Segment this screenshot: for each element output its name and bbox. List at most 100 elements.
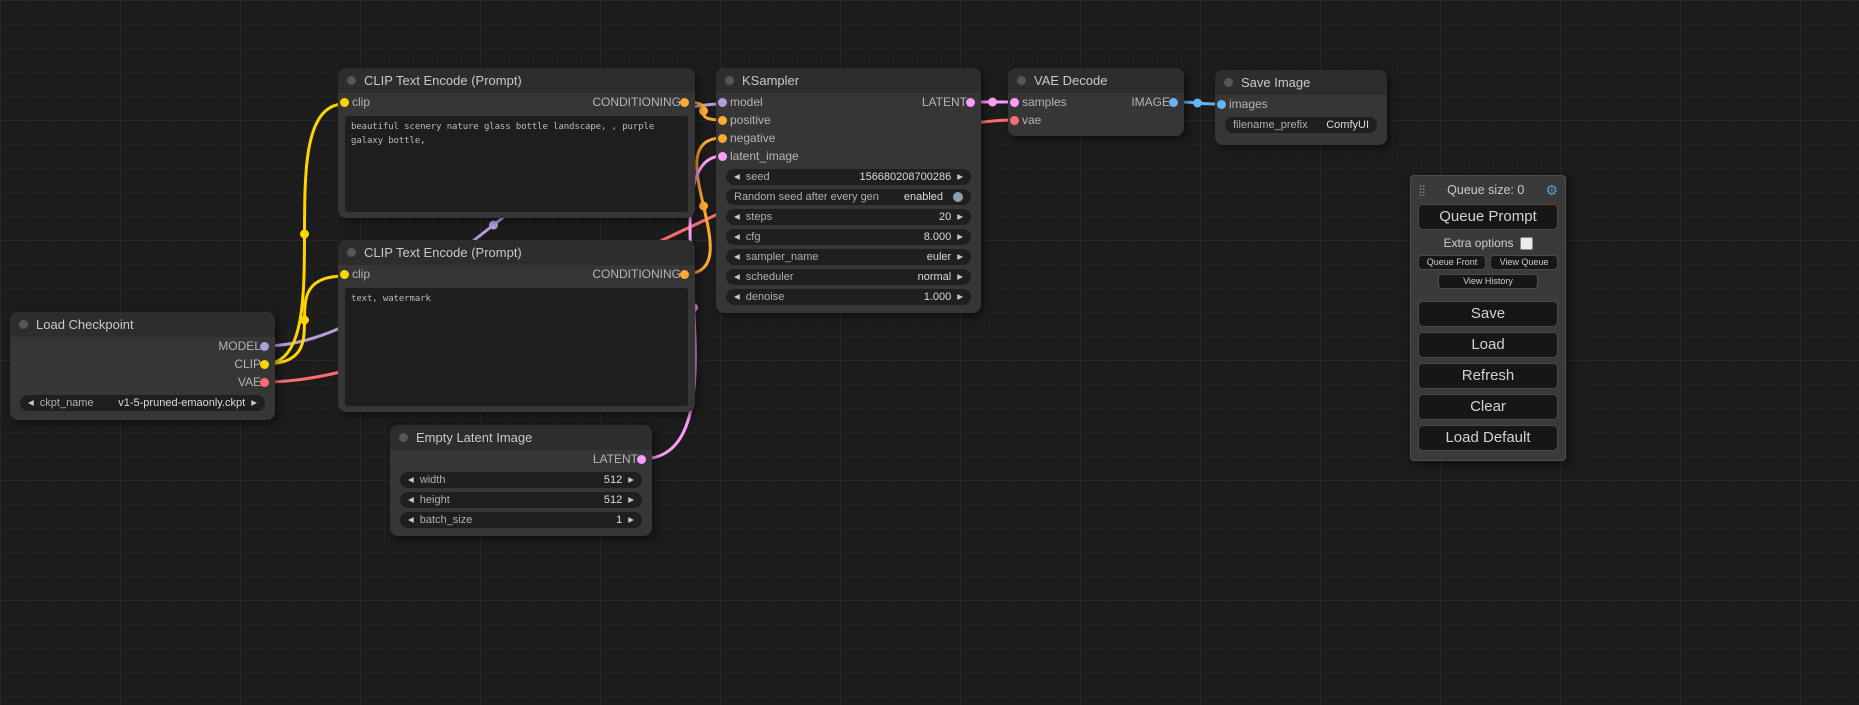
output-slot-latent: LATENT — [390, 450, 652, 468]
extra-options-checkbox[interactable] — [1520, 237, 1533, 250]
queue-buttons-row: Queue Front View Queue — [1418, 255, 1558, 270]
input-label-clip: clip — [352, 267, 370, 281]
node-save-image[interactable]: Save Image images filename_prefix ComfyU… — [1215, 70, 1387, 145]
node-ksampler[interactable]: KSampler model LATENT positive negative … — [716, 68, 981, 313]
clear-button[interactable]: Clear — [1418, 394, 1558, 420]
next-value-arrow-icon[interactable]: ▶ — [957, 293, 963, 301]
collapse-dot-icon[interactable] — [1017, 76, 1026, 85]
output-dot-clip[interactable] — [260, 360, 269, 369]
toggle-knob-icon[interactable] — [953, 192, 963, 202]
prev-value-arrow-icon[interactable]: ◀ — [734, 173, 740, 181]
load-default-button[interactable]: Load Default — [1418, 425, 1558, 451]
input-slot-images: images — [1215, 95, 1387, 113]
node-title-bar[interactable]: KSampler — [716, 68, 981, 93]
widget-denoise[interactable]: ◀ denoise 1.000 ▶ — [726, 289, 971, 305]
prev-value-arrow-icon[interactable]: ◀ — [734, 273, 740, 281]
output-dot-vae[interactable] — [260, 378, 269, 387]
input-dot-samples[interactable] — [1010, 98, 1019, 107]
input-dot-clip[interactable] — [340, 270, 349, 279]
collapse-dot-icon[interactable] — [347, 76, 356, 85]
next-value-arrow-icon[interactable]: ▶ — [957, 233, 963, 241]
output-dot-conditioning[interactable] — [680, 270, 689, 279]
widget-label: cfg — [746, 231, 761, 243]
widget-value: enabled — [904, 191, 943, 203]
collapse-dot-icon[interactable] — [19, 320, 28, 329]
widget-ckpt-name[interactable]: ◀ ckpt_name v1-5-pruned-emaonly.ckpt ▶ — [20, 395, 265, 411]
prev-value-arrow-icon[interactable]: ◀ — [734, 253, 740, 261]
collapse-dot-icon[interactable] — [347, 248, 356, 257]
node-title-bar[interactable]: VAE Decode — [1008, 68, 1184, 93]
input-dot-model[interactable] — [718, 98, 727, 107]
node-load-checkpoint[interactable]: Load Checkpoint MODEL CLIP VAE ◀ ckpt_na… — [10, 312, 275, 420]
widget-label: height — [420, 494, 450, 506]
prev-value-arrow-icon[interactable]: ◀ — [408, 496, 414, 504]
input-dot-clip[interactable] — [340, 98, 349, 107]
node-clip-text-encode-negative[interactable]: CLIP Text Encode (Prompt) clip CONDITION… — [338, 240, 695, 412]
collapse-dot-icon[interactable] — [725, 76, 734, 85]
widget-height[interactable]: ◀ height 512 ▶ — [400, 492, 642, 508]
node-empty-latent-image[interactable]: Empty Latent Image LATENT ◀ width 512 ▶ … — [390, 425, 652, 536]
node-title-bar[interactable]: Load Checkpoint — [10, 312, 275, 337]
widget-seed[interactable]: ◀ seed 156680208700286 ▶ — [726, 169, 971, 185]
input-slot-negative: negative — [716, 129, 981, 147]
node-title-bar[interactable]: CLIP Text Encode (Prompt) — [338, 240, 695, 265]
widget-width[interactable]: ◀ width 512 ▶ — [400, 472, 642, 488]
widget-cfg[interactable]: ◀ cfg 8.000 ▶ — [726, 229, 971, 245]
next-value-arrow-icon[interactable]: ▶ — [957, 173, 963, 181]
node-title-bar[interactable]: Save Image — [1215, 70, 1387, 95]
prompt-textarea[interactable]: text, watermark — [345, 288, 688, 406]
next-value-arrow-icon[interactable]: ▶ — [957, 253, 963, 261]
save-button[interactable]: Save — [1418, 301, 1558, 327]
widget-value: euler — [927, 251, 951, 263]
queue-front-button[interactable]: Queue Front — [1418, 255, 1486, 270]
prev-value-arrow-icon[interactable]: ◀ — [408, 516, 414, 524]
widget-random-seed[interactable]: Random seed after every gen enabled — [726, 189, 971, 205]
input-label-positive: positive — [730, 113, 771, 127]
next-value-arrow-icon[interactable]: ▶ — [957, 213, 963, 221]
widget-steps[interactable]: ◀ steps 20 ▶ — [726, 209, 971, 225]
input-dot-positive[interactable] — [718, 116, 727, 125]
collapse-dot-icon[interactable] — [399, 433, 408, 442]
next-value-arrow-icon[interactable]: ▶ — [628, 476, 634, 484]
widget-value: 1 — [616, 514, 622, 526]
prompt-textarea[interactable]: beautiful scenery nature glass bottle la… — [345, 116, 688, 212]
input-dot-images[interactable] — [1217, 100, 1226, 109]
queue-prompt-button[interactable]: Queue Prompt — [1418, 204, 1558, 230]
output-dot-latent[interactable] — [637, 455, 646, 464]
load-button[interactable]: Load — [1418, 332, 1558, 358]
input-dot-latent-image[interactable] — [718, 152, 727, 161]
input-dot-negative[interactable] — [718, 134, 727, 143]
input-dot-vae[interactable] — [1010, 116, 1019, 125]
widget-scheduler[interactable]: ◀ scheduler normal ▶ — [726, 269, 971, 285]
widget-sampler-name[interactable]: ◀ sampler_name euler ▶ — [726, 249, 971, 265]
next-value-arrow-icon[interactable]: ▶ — [628, 496, 634, 504]
prev-value-arrow-icon[interactable]: ◀ — [734, 213, 740, 221]
next-value-arrow-icon[interactable]: ▶ — [628, 516, 634, 524]
prev-value-arrow-icon[interactable]: ◀ — [734, 233, 740, 241]
collapse-dot-icon[interactable] — [1224, 78, 1233, 87]
refresh-button[interactable]: Refresh — [1418, 363, 1558, 389]
link-midpoint-dot — [489, 221, 498, 230]
widget-filename-prefix[interactable]: filename_prefix ComfyUI — [1225, 117, 1377, 133]
menu-header: ⣿ Queue size: 0 ⚙ — [1418, 181, 1558, 199]
prev-value-arrow-icon[interactable]: ◀ — [734, 293, 740, 301]
node-title-bar[interactable]: Empty Latent Image — [390, 425, 652, 450]
drag-handle-icon[interactable]: ⣿ — [1418, 184, 1426, 197]
output-dot-image[interactable] — [1169, 98, 1178, 107]
node-clip-text-encode-positive[interactable]: CLIP Text Encode (Prompt) clip CONDITION… — [338, 68, 695, 218]
output-dot-latent[interactable] — [966, 98, 975, 107]
widget-batch-size[interactable]: ◀ batch_size 1 ▶ — [400, 512, 642, 528]
output-label-clip: CLIP — [234, 357, 261, 371]
prev-value-arrow-icon[interactable]: ◀ — [28, 399, 34, 407]
view-history-button[interactable]: View History — [1438, 274, 1539, 289]
node-vae-decode[interactable]: VAE Decode samples IMAGE vae — [1008, 68, 1184, 136]
settings-gear-icon[interactable]: ⚙ — [1545, 182, 1558, 199]
prev-value-arrow-icon[interactable]: ◀ — [408, 476, 414, 484]
output-dot-conditioning[interactable] — [680, 98, 689, 107]
next-value-arrow-icon[interactable]: ▶ — [957, 273, 963, 281]
output-dot-model[interactable] — [260, 342, 269, 351]
next-value-arrow-icon[interactable]: ▶ — [251, 399, 257, 407]
link-midpoint-dot — [300, 316, 309, 325]
view-queue-button[interactable]: View Queue — [1490, 255, 1558, 270]
node-title-bar[interactable]: CLIP Text Encode (Prompt) — [338, 68, 695, 93]
